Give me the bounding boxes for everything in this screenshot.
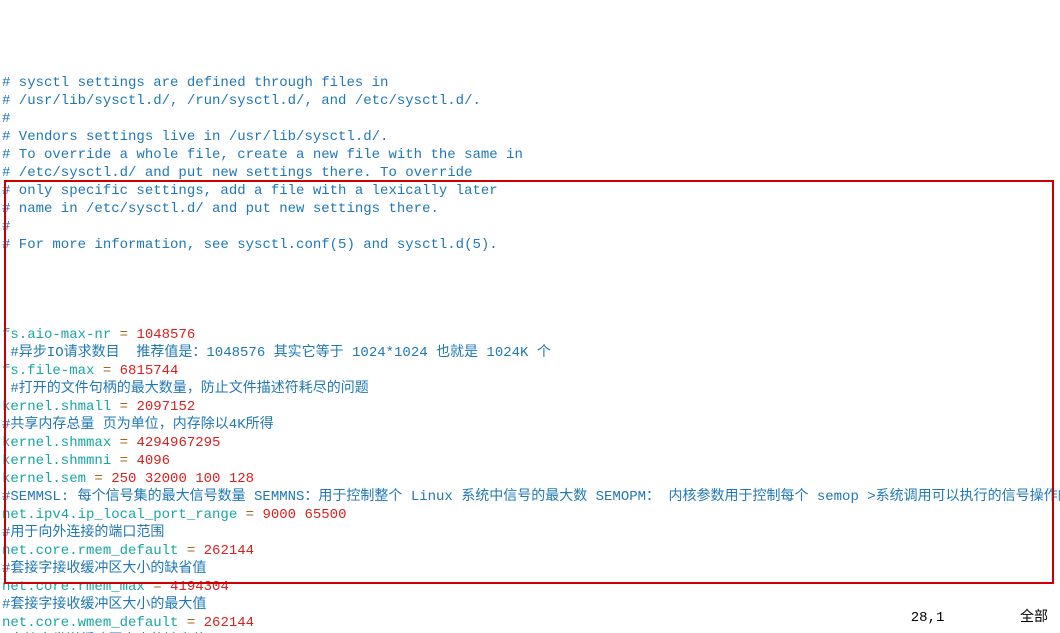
setting-value: 1048576 [136,327,195,343]
header-comments: # sysctl settings are defined through fi… [0,74,1060,254]
comment-line: # Vendors settings live in /usr/lib/sysc… [0,128,1060,146]
setting-line: net.core.rmem_default = 262144 [0,542,1060,560]
setting-value: 262144 [204,543,254,559]
setting-line: net.core.rmem_max = 4194304 [0,578,1060,596]
setting-line: fs.aio-max-nr = 1048576 [0,326,1060,344]
setting-value: 6815744 [120,363,179,379]
assign-op: = [86,471,111,487]
setting-comment: #套接字接收缓冲区大小的最大值 [0,596,1060,614]
vim-status-line: 28,1 全部 [911,609,1048,627]
setting-value: 4194304 [170,579,229,595]
assign-op: = [94,363,119,379]
comment-line: # To override a whole file, create a new… [0,146,1060,164]
setting-key: fs.aio-max-nr [2,327,111,343]
assign-op: = [111,435,136,451]
setting-line: kernel.shmmax = 4294967295 [0,434,1060,452]
assign-op: = [178,615,203,631]
setting-value: 2097152 [136,399,195,415]
setting-value: 262144 [204,615,254,631]
assign-op: = [178,543,203,559]
setting-comment: #共享内存总量 页为单位，内存除以4K所得 [0,416,1060,434]
setting-line: net.core.wmem_default = 262144 [0,614,1060,632]
setting-line: net.ipv4.ip_local_port_range = 9000 6550… [0,506,1060,524]
assign-op: = [111,399,136,415]
editor-viewport[interactable]: # sysctl settings are defined through fi… [0,0,1060,633]
setting-key: net.core.rmem_default [2,543,178,559]
assign-op: = [111,453,136,469]
setting-comment: #打开的文件句柄的最大数量，防止文件描述符耗尽的问题 [0,380,1060,398]
setting-line: kernel.sem = 250 32000 100 128 [0,470,1060,488]
comment-line: # [0,218,1060,236]
sysctl-settings-block: fs.aio-max-nr = 1048576 #异步IO请求数目 推荐值是：1… [0,326,1060,633]
assign-op: = [237,507,262,523]
comment-line: # /etc/sysctl.d/ and put new settings th… [0,164,1060,182]
comment-line: # /usr/lib/sysctl.d/, /run/sysctl.d/, an… [0,92,1060,110]
assign-op: = [145,579,170,595]
setting-key: kernel.sem [2,471,86,487]
setting-key: kernel.shmall [2,399,111,415]
setting-comment: #异步IO请求数目 推荐值是：1048576 其实它等于 1024*1024 也… [0,344,1060,362]
setting-key: net.core.wmem_default [2,615,178,631]
setting-key: kernel.shmmax [2,435,111,451]
comment-line: # For more information, see sysctl.conf(… [0,236,1060,254]
assign-op: = [111,327,136,343]
cursor-position: 28,1 [911,610,945,626]
setting-comment: #SEMMSL: 每个信号集的最大信号数量 SEMMNS：用于控制整个 Linu… [0,488,1060,506]
setting-key: net.ipv4.ip_local_port_range [2,507,237,523]
setting-comment: #用于向外连接的端口范围 [0,524,1060,542]
setting-line: kernel.shmall = 2097152 [0,398,1060,416]
setting-value: 9000 65500 [262,507,346,523]
setting-comment: #套接字接收缓冲区大小的缺省值 [0,560,1060,578]
comment-line: # sysctl settings are defined through fi… [0,74,1060,92]
setting-key: net.core.rmem_max [2,579,145,595]
setting-line: kernel.shmmni = 4096 [0,452,1060,470]
setting-line: fs.file-max = 6815744 [0,362,1060,380]
setting-key: kernel.shmmni [2,453,111,469]
setting-key: fs.file-max [2,363,94,379]
comment-line: # only specific settings, add a file wit… [0,182,1060,200]
view-mode: 全部 [1020,610,1048,626]
comment-line: # [0,110,1060,128]
setting-value: 250 32000 100 128 [111,471,254,487]
setting-value: 4294967295 [136,435,220,451]
comment-line: # name in /etc/sysctl.d/ and put new set… [0,200,1060,218]
setting-value: 4096 [136,453,170,469]
